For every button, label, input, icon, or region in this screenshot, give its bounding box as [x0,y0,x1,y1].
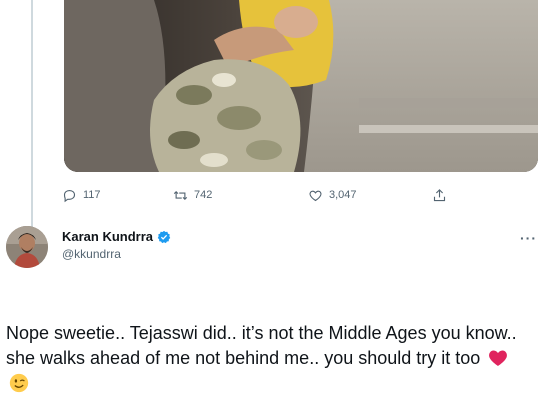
tweet-body: Nope sweetie.. Tejasswi did.. it’s not t… [6,321,536,396]
avatar[interactable] [6,226,48,268]
tweet-action-bar: 117 742 3,047 [60,184,460,206]
author-name-row[interactable]: Karan Kundrra [62,229,171,244]
like-icon [309,190,322,201]
avatar-photo [6,226,48,268]
share-icon [433,188,446,201]
author-name: Karan Kundrra [62,229,154,244]
author-handle[interactable]: @kkundrra [62,247,121,261]
red-heart-emoji [489,350,508,366]
reply-button[interactable]: 117 [62,184,101,206]
verified-badge-icon [157,230,171,243]
retweet-button[interactable]: 742 [173,184,212,206]
tweet-media-image[interactable] [64,0,538,172]
share-button[interactable] [432,184,447,206]
thread-connector-line [31,0,33,228]
retweet-count: 742 [194,189,213,201]
retweet-icon [173,190,188,200]
video-still-image [64,0,538,172]
winking-face-emoji [9,373,29,393]
reply-icon [63,189,76,202]
more-options-icon[interactable]: ··· [520,230,537,246]
reply-count: 117 [83,189,101,201]
like-button[interactable]: 3,047 [308,184,357,206]
like-count: 3,047 [329,189,357,201]
tweet-text: Nope sweetie.. Tejasswi did.. it’s not t… [6,323,517,368]
